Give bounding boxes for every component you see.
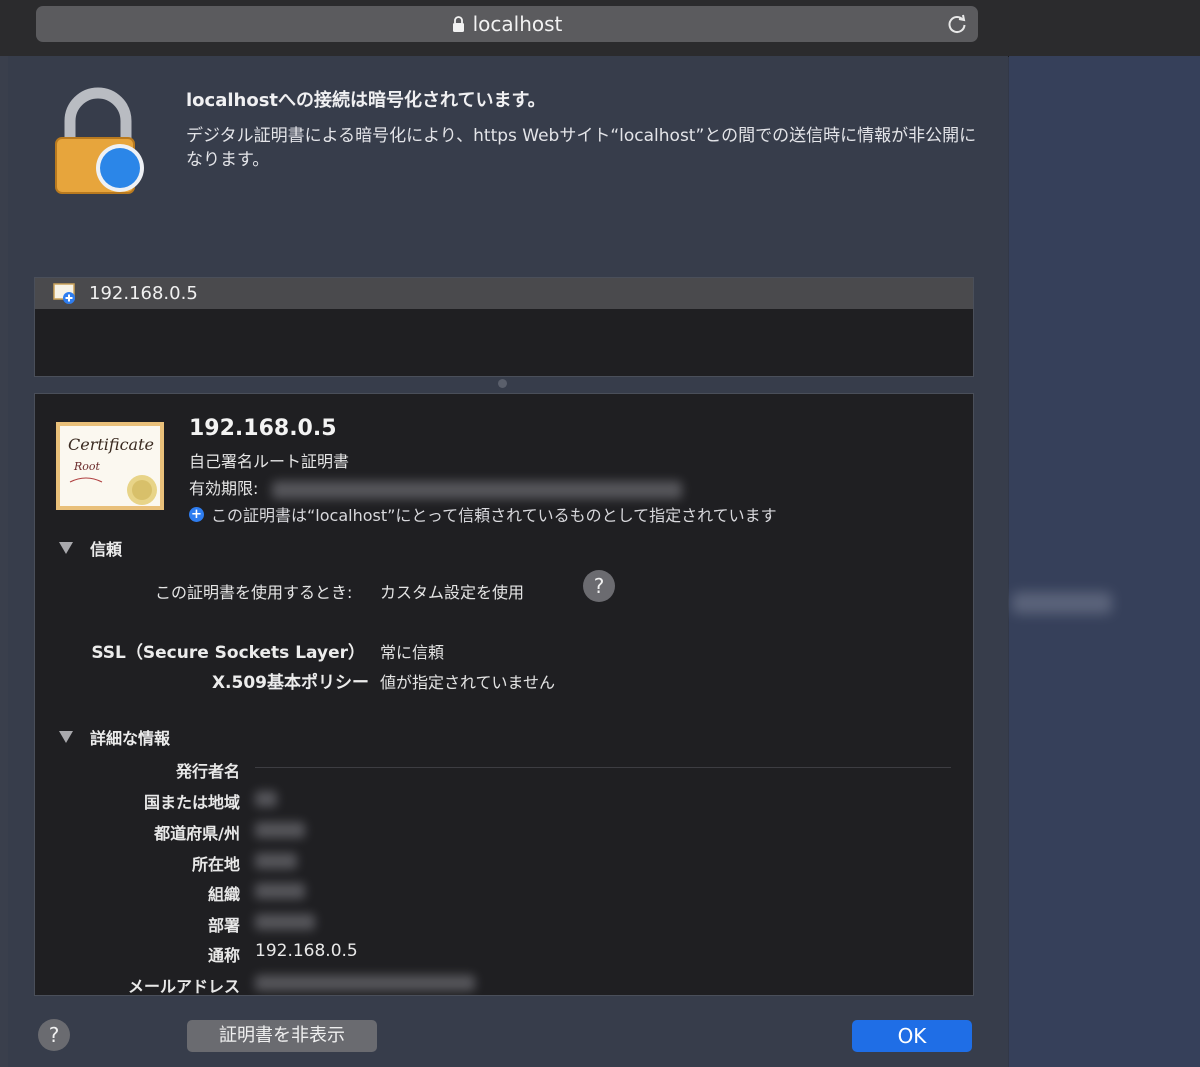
certificate-kind: 自己署名ルート証明書 [189,452,350,471]
browser-toolbar: localhost [0,0,1200,57]
usage-select[interactable]: カスタム設定を使用 [380,579,524,603]
organization-label: 組織 [207,885,240,904]
reload-icon[interactable] [946,13,968,35]
email-label: メールアドレス [127,977,240,996]
state-value [255,820,305,840]
details-section-toggle[interactable]: 詳細な情報 [59,725,170,749]
trust-section-toggle[interactable]: 信頼 [59,536,122,560]
country-value [255,789,277,809]
certificate-expiry: 有効期限: [189,475,682,499]
divider [255,767,951,768]
certificate-common-name: 192.168.0.5 [189,416,337,441]
disclosure-triangle-icon[interactable] [59,542,73,554]
hide-certificate-button[interactable]: 証明書を非表示 [187,1020,377,1052]
certificate-chain-list[interactable]: 192.168.0.5 [34,277,974,377]
x509-policy-select[interactable]: 値が指定されていません [380,669,555,693]
common-name-label: 通称 [207,946,240,965]
usage-label: この証明書を使用するとき: [155,583,353,602]
certificate-chain-label: 192.168.0.5 [89,283,198,304]
background-page-right [1009,56,1200,1067]
padlock-safari-icon [55,87,144,194]
locality-label: 所在地 [191,855,240,874]
ok-button[interactable]: OK [852,1020,972,1052]
email-value [255,973,475,993]
trust-note: + この証明書は“localhost”にとって信頼されているものとして指定されて… [189,502,777,526]
help-button[interactable]: ? [38,1019,70,1051]
lock-icon [452,16,464,32]
certificate-chain-item[interactable]: 192.168.0.5 [35,278,973,309]
connection-description: デジタル証明書による暗号化により、https Webサイト“localhost”… [186,126,977,170]
issuer-name-label: 発行者名 [175,762,240,781]
locality-value [255,851,297,871]
certificate-icon [53,282,75,304]
trust-note-text: この証明書は“localhost”にとって信頼されているものとして指定されていま… [211,506,777,525]
address-bar[interactable]: localhost [36,6,978,42]
certificate-badge-title: Certificate [68,435,154,454]
department-label: 部署 [207,916,240,935]
blurred-background-text [1012,592,1112,614]
ssl-policy-label: SSL（Secure Sockets Layer） [91,643,365,663]
certificate-badge-subtitle: Root [73,460,101,473]
x509-policy-label: X.509基本ポリシー [211,673,369,693]
disclosure-triangle-icon[interactable] [59,731,73,743]
certificate-badge-icon: Certificate Root [56,422,164,510]
details-heading: 詳細な情報 [90,729,171,748]
redacted-expiry-value [271,480,682,499]
url-text: localhost [472,12,563,36]
connection-title: localhostへの接続は暗号化されています。 [186,90,546,111]
certificate-detail-panel[interactable]: Certificate Root 192.168.0.5 自己署名ルート証明書 … [34,393,974,996]
country-label: 国または地域 [143,793,240,812]
background-page-edge [0,56,8,1067]
ssl-policy-select[interactable]: 常に信頼 [380,639,444,663]
plus-icon: + [189,506,204,522]
common-name-value: 192.168.0.5 [255,941,358,961]
state-label: 都道府県/州 [154,824,240,843]
trust-help-button[interactable]: ? [583,570,615,602]
department-value [255,912,315,932]
splitter-handle[interactable] [498,379,507,388]
organization-value [255,881,305,901]
expiry-label: 有効期限: [189,479,259,498]
trust-heading: 信頼 [90,540,123,559]
